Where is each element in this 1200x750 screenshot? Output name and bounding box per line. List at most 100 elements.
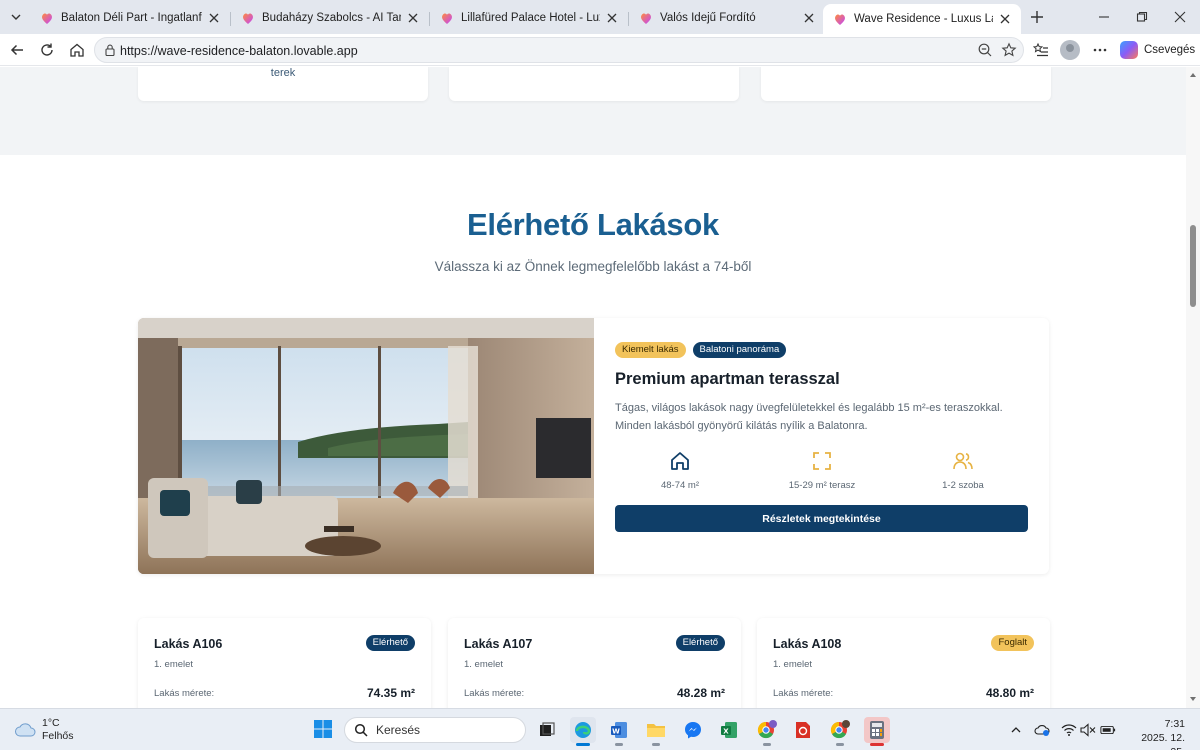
page-viewport: terek Elérhető Lakások Válassza ki az Ön… <box>0 67 1186 708</box>
view-details-button[interactable]: Részletek megtekintése <box>615 505 1028 532</box>
browser-toolbar: https://wave-residence-balaton.lovable.a… <box>0 34 1200 66</box>
lovable-favicon-icon <box>641 13 651 24</box>
edge-app-icon[interactable] <box>570 717 596 746</box>
vertical-scrollbar[interactable] <box>1186 67 1200 708</box>
feature-card <box>449 67 739 101</box>
scroll-down-arrow-icon[interactable] <box>1189 695 1197 703</box>
stat-terrace: 15-29 m² terasz <box>762 450 882 491</box>
unit-size-label: Lakás mérete: <box>773 688 834 699</box>
tab-title: Lillafüred Palace Hotel - Luxury Hotel <box>461 12 600 24</box>
copilot-label: Csevegés <box>1144 44 1196 56</box>
tab-close-icon[interactable] <box>206 10 222 26</box>
clock-time: 7:31 <box>1164 718 1185 730</box>
favorite-star-icon[interactable] <box>1001 42 1017 58</box>
profile-avatar[interactable] <box>1060 40 1080 60</box>
lovable-favicon-icon <box>442 13 452 24</box>
featured-badges: Kiemelt lakás Balatoni panoráma <box>615 342 787 358</box>
tab-strip: Balaton Déli Part - Ingatlanfejlesztés B… <box>0 0 1200 34</box>
favorites-list-icon[interactable] <box>1030 39 1052 61</box>
messenger-icon[interactable] <box>680 717 706 743</box>
word-app-icon[interactable]: W <box>606 717 632 746</box>
status-badge: Foglalt <box>991 635 1034 651</box>
volume-muted-icon[interactable] <box>1080 722 1096 738</box>
featured-apartment-card: Kiemelt lakás Balatoni panoráma Premium … <box>138 318 1049 574</box>
unit-size-label: Lakás mérete: <box>154 688 215 699</box>
featured-title: Premium apartman terasszal <box>615 370 840 388</box>
file-explorer-icon[interactable] <box>643 717 669 746</box>
tab-valos-ideju-fordito[interactable]: Valós Idejű Fordító <box>629 4 825 32</box>
battery-icon[interactable] <box>1100 722 1116 738</box>
back-arrow-icon[interactable] <box>5 38 29 62</box>
featured-details: Kiemelt lakás Balatoni panoráma Premium … <box>615 318 1029 574</box>
restore-icon[interactable] <box>1122 4 1162 30</box>
system-clock[interactable]: 7:31 2025. 12. 25. <box>1127 717 1185 750</box>
weather-widget[interactable]: 1°C Felhős <box>14 717 74 743</box>
more-options-icon[interactable] <box>1089 39 1111 61</box>
pdf-app-icon[interactable] <box>790 717 816 743</box>
tab-budahazy-szabolcs[interactable]: Budaházy Szabolcs - AI Tanácsadó <box>231 4 429 32</box>
clock-date: 2025. 12. 25. <box>1141 732 1185 750</box>
stat-size: 48-74 m² <box>620 450 740 491</box>
taskbar-search[interactable]: Keresés <box>344 717 526 743</box>
copilot-logo-icon <box>1120 41 1138 59</box>
unit-card-a108[interactable]: Lakás A108 1. emelet Foglalt Lakás méret… <box>757 618 1050 708</box>
address-bar[interactable]: https://wave-residence-balaton.lovable.a… <box>94 37 1024 63</box>
chrome-profile-icon[interactable] <box>827 717 853 746</box>
stat-rooms-label: 1-2 szoba <box>942 480 984 491</box>
scrollbar-thumb[interactable] <box>1190 225 1196 307</box>
show-hidden-icons-chevron-icon[interactable] <box>1008 722 1024 738</box>
wifi-icon[interactable] <box>1061 722 1077 738</box>
home-icon <box>671 452 689 470</box>
chrome-profile-sz-icon[interactable] <box>754 717 780 746</box>
search-placeholder: Keresés <box>376 723 421 737</box>
feature-card: terek <box>138 67 428 101</box>
copilot-button[interactable]: Csevegés <box>1120 39 1195 61</box>
scroll-up-arrow-icon[interactable] <box>1189 71 1197 79</box>
unit-size: 48.28 m² <box>676 686 725 700</box>
windows-start-icon[interactable] <box>313 719 333 739</box>
users-icon <box>953 452 973 470</box>
zoom-out-icon[interactable] <box>977 42 993 58</box>
featured-badge: Kiemelt lakás <box>615 342 686 358</box>
section-title: Elérhető Lakások <box>467 207 719 242</box>
url-text[interactable]: https://wave-residence-balaton.lovable.a… <box>120 44 358 58</box>
home-icon[interactable] <box>65 38 89 62</box>
svg-text:W: W <box>612 728 620 736</box>
cloud-icon <box>15 723 36 737</box>
tab-close-icon[interactable] <box>801 10 817 26</box>
tab-close-icon[interactable] <box>604 10 620 26</box>
unit-card-a107[interactable]: Lakás A107 1. emelet Elérhető Lakás mére… <box>448 618 741 708</box>
unit-name: Lakás A108 <box>773 637 842 651</box>
tab-title: Balaton Déli Part - Ingatlanfejlesztés <box>61 12 202 24</box>
stat-rooms: 1-2 szoba <box>903 450 1023 491</box>
unit-floor: 1. emelet <box>154 659 194 670</box>
tab-wave-residence[interactable]: Wave Residence - Luxus Lakások a Balaton… <box>823 4 1021 34</box>
tab-title: Valós Idejű Fordító <box>660 12 756 24</box>
excel-app-icon[interactable]: X <box>716 717 742 743</box>
unit-name: Lakás A106 <box>154 637 223 651</box>
unit-floor: 1. emelet <box>464 659 504 670</box>
tab-close-icon[interactable] <box>405 10 421 26</box>
lock-icon[interactable] <box>103 43 117 57</box>
close-window-icon[interactable] <box>1160 4 1200 30</box>
calculator-app-icon[interactable] <box>864 717 890 746</box>
unit-size: 74.35 m² <box>366 686 415 700</box>
unit-card-a106[interactable]: Lakás A106 1. emelet Elérhető Lakás mére… <box>138 618 431 708</box>
refresh-icon[interactable] <box>35 38 59 62</box>
feature-card <box>761 67 1051 101</box>
apartment-interior-image <box>138 318 594 574</box>
unit-size: 48.80 m² <box>985 686 1034 700</box>
tab-balaton-deli-part[interactable]: Balaton Déli Part - Ingatlanfejlesztés <box>30 4 230 32</box>
unit-size-label: Lakás mérete: <box>464 688 525 699</box>
lovable-favicon-icon <box>243 13 253 24</box>
tab-close-icon[interactable] <box>997 11 1013 27</box>
minimize-icon[interactable] <box>1084 4 1124 30</box>
task-view-icon[interactable] <box>534 717 560 743</box>
featured-description: Tágas, világos lakások nagy üvegfelülete… <box>615 402 1003 432</box>
new-tab-plus-icon[interactable] <box>1026 6 1048 28</box>
tab-lillafured-palace[interactable]: Lillafüred Palace Hotel - Luxury Hotel <box>430 4 628 32</box>
onedrive-status-icon[interactable] <box>1034 722 1050 738</box>
status-badge: Elérhető <box>365 635 415 651</box>
tab-actions-chevron-icon[interactable] <box>4 5 28 29</box>
taskbar: 1°C Felhős Keresés W X 7:31 2025. 12. <box>0 708 1200 750</box>
